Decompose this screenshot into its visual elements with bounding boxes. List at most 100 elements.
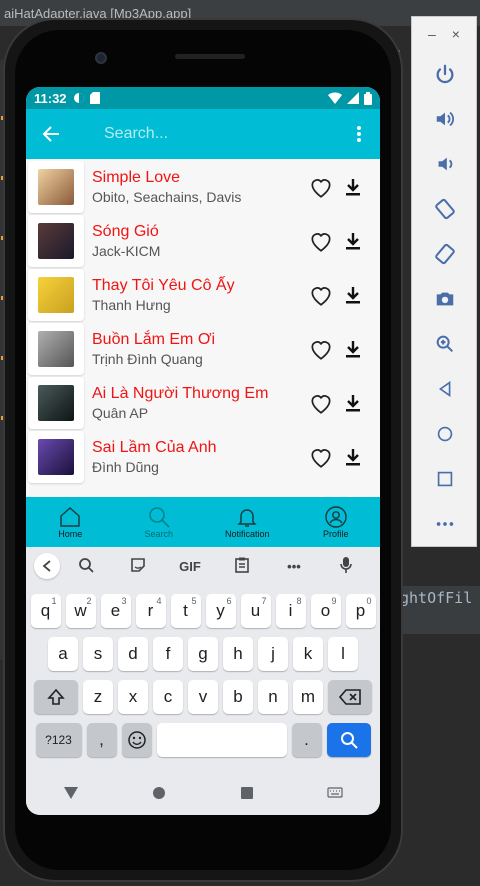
- emulator-more-button[interactable]: [412, 501, 478, 546]
- key-g[interactable]: g: [188, 637, 218, 671]
- signal-icon: [347, 92, 359, 104]
- device-screen: 11:32 Simple Love Obito, Seachains, Davi…: [26, 87, 380, 815]
- download-icon[interactable]: [342, 338, 364, 360]
- key-w[interactable]: w2: [65, 594, 96, 628]
- song-artist: Obito, Seachains, Davis: [92, 189, 242, 205]
- minimize-button[interactable]: –: [428, 26, 436, 42]
- rotate-left-button[interactable]: [412, 186, 478, 231]
- key-n[interactable]: n: [258, 680, 288, 714]
- key-s[interactable]: s: [83, 637, 113, 671]
- nav-home-label: Home: [58, 529, 83, 539]
- album-thumbnail-frame: [28, 269, 84, 321]
- keyboard-switch-icon[interactable]: [327, 787, 343, 799]
- nav-search-label: Search: [144, 529, 174, 539]
- keyboard-collapse-button[interactable]: [34, 553, 60, 579]
- space-key[interactable]: [156, 723, 287, 757]
- song-title: Thay Tôi Yêu Cô Ấy: [92, 277, 235, 294]
- key-c[interactable]: c: [153, 680, 183, 714]
- screenshot-button[interactable]: [412, 276, 478, 321]
- album-thumbnail: [38, 331, 74, 367]
- download-icon[interactable]: [342, 284, 364, 306]
- ide-code-snippet: ghtOfFil: [398, 586, 480, 634]
- heart-icon[interactable]: [308, 444, 334, 470]
- key-e[interactable]: e3: [100, 594, 131, 628]
- song-row[interactable]: Buồn Lắm Em Ơi Trịnh Đình Quang: [26, 322, 380, 376]
- period-key[interactable]: .: [291, 723, 322, 757]
- album-thumbnail: [38, 169, 74, 205]
- album-thumbnail-frame: [28, 377, 84, 429]
- nav-overview-icon[interactable]: [240, 786, 254, 800]
- emoji-key[interactable]: [121, 723, 152, 757]
- heart-icon[interactable]: [308, 336, 334, 362]
- search-input[interactable]: [104, 125, 346, 143]
- nav-notification[interactable]: Notification: [203, 497, 292, 547]
- voice-input-button[interactable]: [320, 556, 372, 577]
- soft-keyboard: GIF ••• q1 w2 e3 r4 t5 y6 u7 i8 o9 p0 a …: [26, 547, 380, 815]
- key-d[interactable]: d: [118, 637, 148, 671]
- power-icon: [436, 64, 454, 83]
- key-x[interactable]: x: [118, 680, 148, 714]
- key-y[interactable]: y6: [205, 594, 236, 628]
- nav-home-icon[interactable]: [152, 786, 166, 800]
- download-icon[interactable]: [342, 176, 364, 198]
- song-row[interactable]: Simple Love Obito, Seachains, Davis: [26, 160, 380, 214]
- song-row[interactable]: Thay Tôi Yêu Cô Ấy Thanh Hưng: [26, 268, 380, 322]
- clipboard-button[interactable]: [216, 557, 268, 576]
- keyboard-search-button[interactable]: [60, 557, 112, 576]
- symbols-key[interactable]: ?123: [35, 723, 82, 757]
- emulator-overview-button[interactable]: [412, 456, 478, 501]
- key-m[interactable]: m: [293, 680, 323, 714]
- key-p[interactable]: p0: [345, 594, 376, 628]
- volume-down-button[interactable]: [412, 141, 478, 186]
- zoom-button[interactable]: [412, 321, 478, 366]
- key-a[interactable]: a: [48, 637, 78, 671]
- shift-key[interactable]: [34, 680, 78, 714]
- backspace-key[interactable]: [328, 680, 372, 714]
- emulator-home-button[interactable]: [412, 411, 478, 456]
- gif-button[interactable]: GIF: [164, 559, 216, 574]
- shift-icon: [47, 688, 65, 705]
- download-icon[interactable]: [342, 392, 364, 414]
- key-v[interactable]: v: [188, 680, 218, 714]
- key-u[interactable]: u7: [240, 594, 271, 628]
- keyboard-toolbar: GIF •••: [26, 547, 380, 585]
- key-f[interactable]: f: [153, 637, 183, 671]
- search-enter-key[interactable]: [326, 723, 371, 757]
- key-i[interactable]: i8: [275, 594, 306, 628]
- song-row[interactable]: Sai Lầm Của Anh Đình Dũng: [26, 430, 380, 484]
- heart-icon[interactable]: [308, 390, 334, 416]
- volume-up-button[interactable]: [412, 96, 478, 141]
- key-o[interactable]: o9: [310, 594, 341, 628]
- emulator-back-button[interactable]: [412, 366, 478, 411]
- song-row[interactable]: Ai Là Người Thương Em Quân AP: [26, 376, 380, 430]
- back-button[interactable]: [38, 121, 64, 147]
- key-l[interactable]: l: [328, 637, 358, 671]
- album-thumbnail: [38, 277, 74, 313]
- comma-key[interactable]: ,: [86, 723, 117, 757]
- overflow-menu-button[interactable]: [346, 121, 372, 147]
- power-button[interactable]: [412, 51, 478, 96]
- key-r[interactable]: r4: [135, 594, 166, 628]
- key-t[interactable]: t5: [170, 594, 201, 628]
- nav-search[interactable]: Search: [115, 497, 204, 547]
- key-k[interactable]: k: [293, 637, 323, 671]
- download-icon[interactable]: [342, 446, 364, 468]
- key-z[interactable]: z: [83, 680, 113, 714]
- key-h[interactable]: h: [223, 637, 253, 671]
- download-icon[interactable]: [342, 230, 364, 252]
- close-button[interactable]: ×: [452, 26, 460, 42]
- key-j[interactable]: j: [258, 637, 288, 671]
- backspace-icon: [339, 689, 361, 705]
- heart-icon[interactable]: [308, 282, 334, 308]
- key-q[interactable]: q1: [30, 594, 61, 628]
- nav-profile[interactable]: Profile: [292, 497, 381, 547]
- key-b[interactable]: b: [223, 680, 253, 714]
- heart-icon[interactable]: [308, 174, 334, 200]
- sticker-button[interactable]: [112, 557, 164, 576]
- heart-icon[interactable]: [308, 228, 334, 254]
- nav-back-icon[interactable]: [63, 786, 79, 800]
- nav-home[interactable]: Home: [26, 497, 115, 547]
- keyboard-more-button[interactable]: •••: [268, 559, 320, 574]
- rotate-right-button[interactable]: [412, 231, 478, 276]
- song-row[interactable]: Sóng Gió Jack-KICM: [26, 214, 380, 268]
